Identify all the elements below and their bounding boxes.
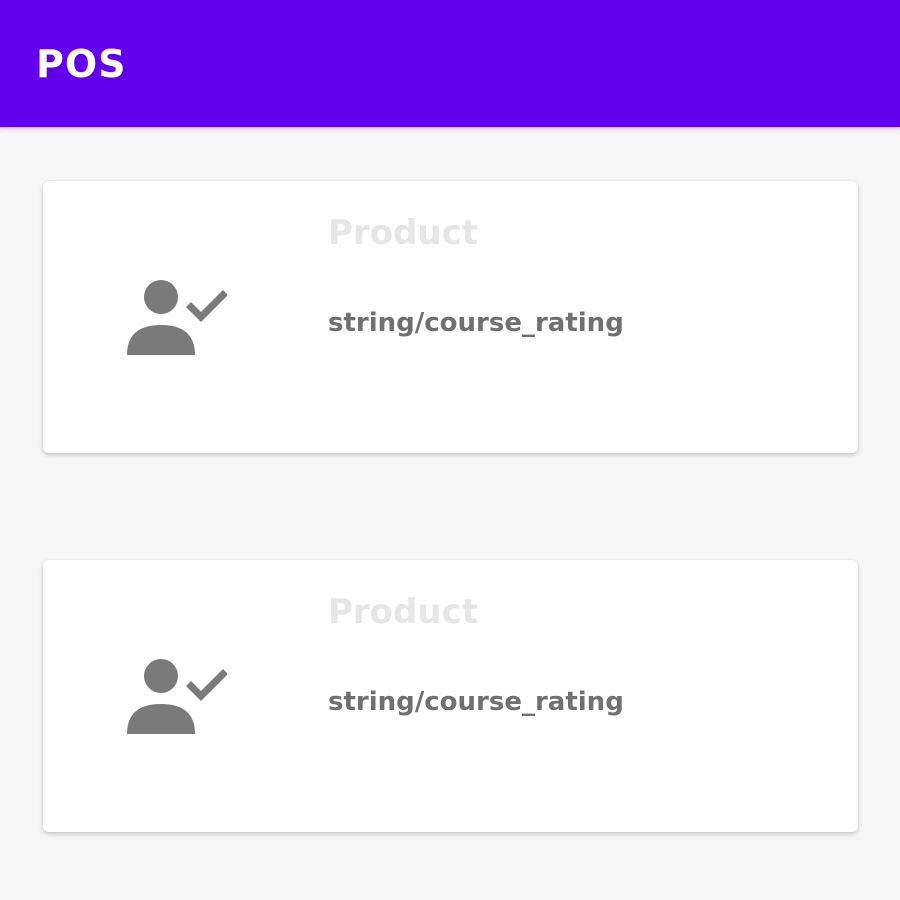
person-check-icon bbox=[123, 277, 227, 357]
app-title: POS bbox=[36, 42, 127, 86]
app-bar: POS bbox=[0, 0, 900, 127]
card-heading: Product bbox=[328, 213, 478, 253]
card-text: string/course_rating bbox=[328, 687, 624, 717]
card-text: string/course_rating bbox=[328, 308, 624, 338]
product-card[interactable]: Product string/course_rating bbox=[43, 560, 858, 832]
person-check-icon bbox=[123, 656, 227, 736]
card-heading: Product bbox=[328, 592, 478, 632]
product-card[interactable]: Product string/course_rating bbox=[43, 181, 858, 453]
